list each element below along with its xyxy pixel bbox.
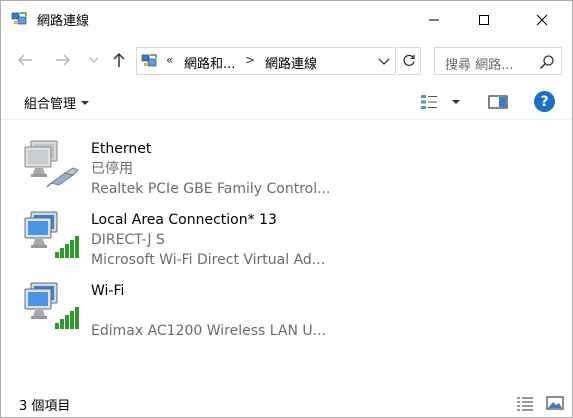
wifi-direct-signal-icon: [24, 211, 79, 258]
refresh-button[interactable]: [397, 47, 421, 75]
dropdown-arrow-icon: [81, 100, 90, 105]
arrow-up-icon: [113, 52, 125, 67]
ethernet-disabled-icon: [24, 140, 79, 188]
organize-menu-button[interactable]: 組合管理: [24, 93, 90, 112]
chevron-down-icon[interactable]: [377, 54, 391, 68]
list-item-local-area-connection-13[interactable]: Local Area Connection* 13 DIRECT-J S Mic…: [21, 200, 341, 268]
view-details-icon: [421, 95, 437, 109]
item-text: Ethernet 已停用 Realtek PCIe GBE Family Con…: [91, 139, 330, 199]
search-box[interactable]: 搜尋 網路...: [434, 47, 562, 75]
help-button[interactable]: ?: [534, 91, 555, 112]
search-icon[interactable]: [539, 54, 555, 70]
search-input[interactable]: 搜尋 網路...: [445, 54, 514, 73]
network-connections-icon: [141, 54, 157, 67]
dropdown-arrow-icon: [452, 100, 460, 104]
connections-list: Ethernet 已停用 Realtek PCIe GBE Family Con…: [1, 123, 572, 378]
question-mark-icon: ?: [540, 93, 549, 110]
forward-button[interactable]: [52, 48, 74, 72]
close-button[interactable]: [519, 1, 565, 38]
connection-status: [91, 301, 326, 321]
item-text: Wi-Fi Edimax AC1200 Wireless LAN U...: [91, 281, 326, 341]
connection-name: Ethernet: [91, 141, 152, 157]
large-icons-view-icon[interactable]: [546, 395, 564, 411]
status-bar: 3 個項目: [1, 389, 572, 417]
list-item-wifi[interactable]: Wi-Fi Edimax AC1200 Wireless LAN U...: [21, 271, 341, 339]
connection-name: Wi-Fi: [91, 283, 125, 299]
connection-device: Microsoft Wi-Fi Direct Virtual Ad...: [91, 252, 326, 268]
back-button[interactable]: [14, 48, 36, 72]
item-count: 3 個項目: [19, 399, 71, 414]
connection-status: 已停用: [91, 161, 133, 177]
list-item-ethernet[interactable]: Ethernet 已停用 Realtek PCIe GBE Family Con…: [21, 129, 341, 197]
arrow-right-icon: [56, 54, 70, 66]
organize-label: 組合管理: [24, 97, 77, 112]
connection-device: Edimax AC1200 Wireless LAN U...: [91, 323, 327, 339]
chevron-down-icon: [89, 57, 99, 63]
network-connections-icon: [11, 12, 27, 25]
up-button[interactable]: [108, 48, 130, 72]
recent-locations-button[interactable]: [87, 48, 101, 72]
address-overflow-marker[interactable]: «: [166, 53, 173, 67]
maximize-icon: [479, 14, 489, 25]
close-icon: [536, 14, 548, 25]
wifi-signal-icon: [24, 282, 79, 329]
title-bar: 網路連線: [1, 1, 572, 38]
change-view-button[interactable]: [420, 92, 464, 112]
arrow-left-icon: [18, 54, 32, 66]
preview-pane-icon[interactable]: [488, 94, 508, 110]
window-title: 網路連線: [37, 14, 90, 29]
explorer-window: 網路連線 « 網路和... > 網路連線 搜尋 網路... 組合管理 ? Eth…: [0, 0, 573, 418]
refresh-icon: [402, 54, 415, 67]
navigation-bar: « 網路和... > 網路連線 搜尋 網路...: [1, 44, 572, 76]
minimize-button[interactable]: [411, 1, 457, 38]
maximize-button[interactable]: [461, 1, 507, 38]
address-bar[interactable]: « 網路和... > 網路連線: [136, 47, 396, 75]
command-bar: 組合管理 ?: [1, 84, 572, 120]
connection-status: DIRECT-J S: [91, 232, 165, 248]
breadcrumb-separator[interactable]: >: [245, 53, 255, 67]
item-text: Local Area Connection* 13 DIRECT-J S Mic…: [91, 210, 325, 270]
connection-device: Realtek PCIe GBE Family Control...: [91, 181, 331, 197]
details-view-icon[interactable]: [516, 395, 534, 411]
breadcrumb-network-and-internet[interactable]: 網路和...: [184, 53, 235, 72]
connection-name: Local Area Connection* 13: [91, 212, 277, 228]
minimize-icon: [429, 19, 439, 20]
breadcrumb-network-connections[interactable]: 網路連線: [265, 53, 317, 72]
